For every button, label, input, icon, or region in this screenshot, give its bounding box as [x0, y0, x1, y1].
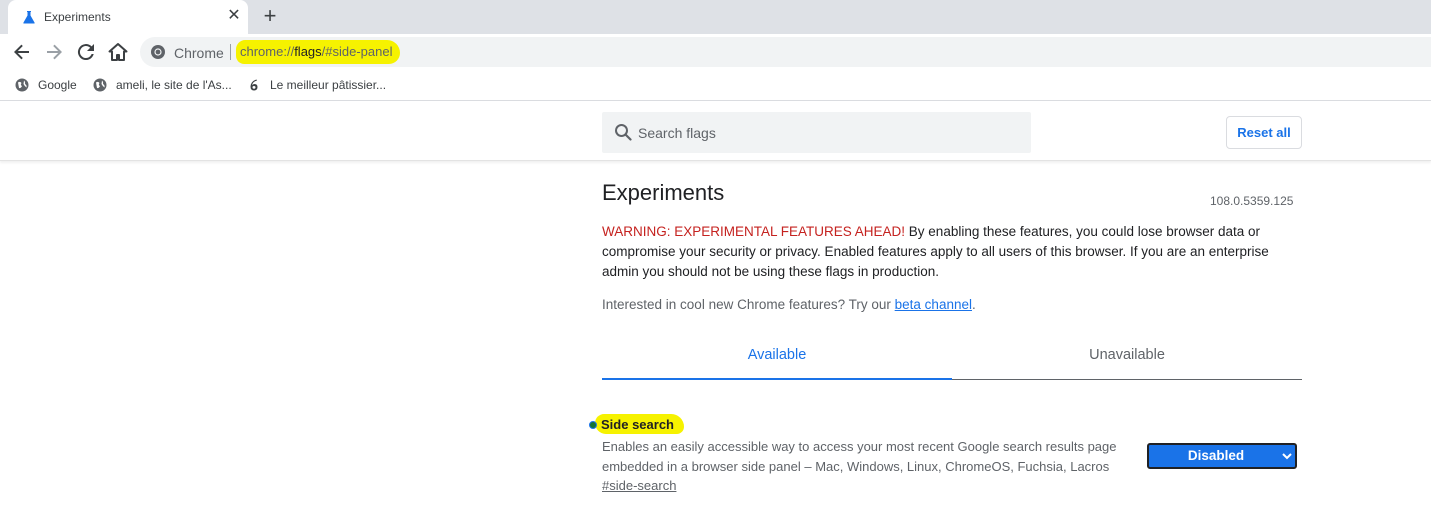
flags-header: Reset all	[0, 100, 1431, 161]
page-title: Experiments	[602, 180, 725, 205]
address-bar[interactable]: Chrome chrome://flags/#side-panel	[140, 37, 1431, 67]
home-button[interactable]	[106, 40, 130, 64]
tab-close-icon[interactable]: ✕	[225, 7, 243, 25]
reload-button[interactable]	[74, 40, 98, 64]
globe-icon	[15, 78, 29, 92]
flag-modified-indicator	[589, 421, 597, 429]
chrome-logo-icon	[151, 45, 165, 59]
flag-state-value: Disabled	[1187, 448, 1245, 463]
tab-strip: Experiments ✕ +	[0, 0, 1431, 34]
bookmark-label: Google	[38, 78, 77, 92]
site-label: Chrome	[174, 45, 224, 61]
version-number: 108.0.5359.125	[1210, 194, 1294, 208]
beta-promo: Interested in cool new Chrome features? …	[602, 297, 976, 312]
bookmark-label: ameli, le site de l'As...	[116, 78, 232, 92]
globe-icon	[93, 78, 107, 92]
url-path: /#side-panel	[321, 44, 393, 59]
warning-label: WARNING: EXPERIMENTAL FEATURES AHEAD!	[602, 224, 906, 239]
reload-icon	[77, 44, 94, 61]
browser-toolbar: Chrome chrome://flags/#side-panel	[0, 34, 1431, 70]
reset-all-button[interactable]: Reset all	[1226, 116, 1302, 149]
chevron-down-icon	[1282, 453, 1292, 460]
omnibox-divider	[230, 44, 231, 60]
bookmark-label: Le meilleur pâtissier...	[270, 78, 387, 92]
back-button[interactable]	[10, 40, 34, 64]
tab-unavailable[interactable]: Unavailable	[952, 334, 1302, 380]
beta-channel-link[interactable]: beta channel	[895, 297, 972, 312]
tab-available[interactable]: Available	[602, 334, 952, 380]
flag-permalink[interactable]: #side-search	[602, 478, 676, 493]
beta-promo-text: Interested in cool new Chrome features? …	[602, 297, 895, 312]
flag-title: Side search	[595, 414, 684, 434]
tab-title: Experiments	[44, 10, 111, 24]
warning-message: WARNING: EXPERIMENTAL FEATURES AHEAD! By…	[602, 222, 1302, 282]
search-box[interactable]	[602, 112, 1031, 153]
six-logo-icon	[250, 79, 258, 91]
search-flags-input[interactable]	[638, 112, 1018, 153]
flask-icon	[23, 11, 35, 24]
url-text[interactable]: chrome://flags/#side-panel	[236, 40, 401, 64]
bookmark-google[interactable]: Google	[15, 75, 77, 95]
new-tab-button[interactable]: +	[259, 5, 281, 28]
forward-button[interactable]	[42, 40, 66, 64]
flags-tabs: Available Unavailable	[602, 334, 1302, 380]
beta-promo-end: .	[971, 297, 976, 312]
url-scheme: chrome://	[240, 44, 295, 59]
flag-description: Enables an easily accessible way to acce…	[602, 439, 1117, 474]
flag-state-select[interactable]: Disabled	[1147, 443, 1297, 469]
home-icon	[108, 43, 128, 61]
bookmark-ameli[interactable]: ameli, le site de l'As...	[93, 75, 232, 95]
bookmark-patissier[interactable]: Le meilleur pâtissier...	[247, 75, 386, 95]
bookmarks-bar: Google ameli, le site de l'As... Le meil…	[0, 70, 1431, 100]
search-icon	[615, 124, 632, 141]
forward-arrow-icon	[47, 44, 62, 60]
back-arrow-icon	[14, 44, 29, 60]
url-host: flags	[294, 44, 322, 59]
browser-tab-experiments[interactable]: Experiments ✕	[8, 0, 248, 34]
